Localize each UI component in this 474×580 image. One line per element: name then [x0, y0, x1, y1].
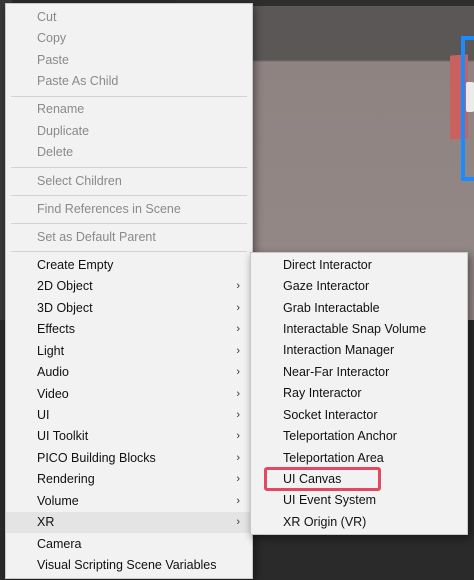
menu-item-label: Teleportation Area — [283, 451, 384, 465]
menu-item-label: Light — [37, 344, 65, 358]
submenu-item-near-far-interactor[interactable]: Near-Far Interactor — [251, 362, 467, 383]
menu-item-label: Ray Interactor — [283, 386, 362, 400]
submenu-item-direct-interactor[interactable]: Direct Interactor — [251, 255, 467, 276]
menu-item-label: Visual Scripting Scene Variables — [37, 558, 217, 572]
menu-item-label: Paste As Child — [37, 74, 119, 88]
submenu-item-interactable-snap-volume[interactable]: Interactable Snap Volume — [251, 319, 467, 340]
chevron-right-icon: › — [236, 452, 240, 464]
menu-item-label: XR — [37, 515, 55, 529]
menu-separator — [11, 223, 247, 224]
menu-item-label: Near-Far Interactor — [283, 365, 390, 379]
menu-item-label: Volume — [37, 494, 79, 508]
menu-item-label: 3D Object — [37, 301, 93, 315]
chevron-right-icon: › — [236, 323, 240, 335]
menu-item-label: PICO Building Blocks — [37, 451, 156, 465]
chevron-right-icon: › — [236, 495, 240, 507]
menu-item-paste-as-child: Paste As Child — [6, 71, 252, 92]
chevron-right-icon: › — [236, 473, 240, 485]
menu-item-label: Paste — [37, 53, 69, 67]
menu-item-label: UI Toolkit — [37, 429, 89, 443]
menu-item-label: Teleportation Anchor — [283, 429, 397, 443]
hierarchy-context-menu: Cut Copy Paste Paste As Child Rename Dup… — [5, 3, 253, 579]
menu-item-copy: Copy — [6, 28, 252, 49]
menu-item-label: Grab Interactable — [283, 301, 380, 315]
menu-item-label: Copy — [37, 31, 67, 45]
menu-item-label: Rendering — [37, 472, 95, 486]
chevron-right-icon: › — [236, 345, 240, 357]
chevron-right-icon: › — [236, 366, 240, 378]
menu-item-label: Socket Interactor — [283, 408, 378, 422]
menu-item-label: 2D Object — [37, 279, 93, 293]
menu-item-effects[interactable]: Effects › — [6, 319, 252, 340]
menu-item-create-empty[interactable]: Create Empty — [6, 255, 252, 276]
menu-item-light[interactable]: Light › — [6, 341, 252, 362]
xr-submenu: Direct Interactor Gaze Interactor Grab I… — [250, 252, 468, 535]
menu-item-ui[interactable]: UI › — [6, 405, 252, 426]
menu-item-label: UI Event System — [283, 493, 377, 507]
menu-item-select-children: Select Children — [6, 171, 252, 192]
menu-item-label: Audio — [37, 365, 69, 379]
menu-item-label: XR Origin (VR) — [283, 515, 367, 529]
ui-canvas-highlight-box — [264, 467, 381, 491]
menu-item-label: Create Empty — [37, 258, 114, 272]
menu-separator — [11, 251, 247, 252]
menu-item-2d-object[interactable]: 2D Object › — [6, 276, 252, 297]
chevron-right-icon: › — [236, 302, 240, 314]
chevron-right-icon: › — [236, 430, 240, 442]
chevron-right-icon: › — [236, 409, 240, 421]
menu-separator — [11, 96, 247, 97]
submenu-item-gaze-interactor[interactable]: Gaze Interactor — [251, 276, 467, 297]
menu-item-3d-object[interactable]: 3D Object › — [6, 298, 252, 319]
menu-item-volume[interactable]: Volume › — [6, 491, 252, 512]
submenu-item-ui-event-system[interactable]: UI Event System — [251, 490, 467, 511]
menu-separator — [11, 167, 247, 168]
menu-item-visual-scripting[interactable]: Visual Scripting Scene Variables — [6, 555, 252, 576]
submenu-item-socket-interactor[interactable]: Socket Interactor — [251, 405, 467, 426]
menu-item-label: Gaze Interactor — [283, 279, 370, 293]
menu-item-delete: Delete — [6, 142, 252, 163]
menu-item-paste: Paste — [6, 50, 252, 71]
menu-item-label: Camera — [37, 537, 82, 551]
menu-item-label: Cut — [37, 10, 57, 24]
menu-item-duplicate: Duplicate — [6, 121, 252, 142]
submenu-item-grab-interactable[interactable]: Grab Interactable — [251, 298, 467, 319]
submenu-item-ray-interactor[interactable]: Ray Interactor — [251, 383, 467, 404]
menu-item-set-default-parent: Set as Default Parent — [6, 227, 252, 248]
menu-item-label: UI — [37, 408, 50, 422]
menu-separator — [11, 195, 247, 196]
menu-item-ui-toolkit[interactable]: UI Toolkit › — [6, 426, 252, 447]
chevron-right-icon: › — [236, 388, 240, 400]
menu-item-label: Delete — [37, 145, 74, 159]
menu-item-audio[interactable]: Audio › — [6, 362, 252, 383]
menu-item-rendering[interactable]: Rendering › — [6, 469, 252, 490]
menu-item-xr[interactable]: XR › — [6, 512, 252, 533]
menu-item-label: Find References in Scene — [37, 202, 181, 216]
submenu-item-teleportation-anchor[interactable]: Teleportation Anchor — [251, 426, 467, 447]
menu-item-camera[interactable]: Camera — [6, 534, 252, 555]
submenu-item-teleportation-area[interactable]: Teleportation Area — [251, 448, 467, 469]
chevron-right-icon: › — [236, 516, 240, 528]
menu-item-label: Direct Interactor — [283, 258, 372, 272]
menu-item-label: Effects — [37, 322, 75, 336]
selection-outline — [461, 36, 474, 181]
submenu-item-interaction-manager[interactable]: Interaction Manager — [251, 340, 467, 361]
menu-item-label: Video — [37, 387, 69, 401]
menu-item-label: Rename — [37, 102, 85, 116]
menu-item-label: Duplicate — [37, 124, 90, 138]
menu-item-pico-building-blocks[interactable]: PICO Building Blocks › — [6, 448, 252, 469]
chevron-right-icon: › — [236, 280, 240, 292]
menu-item-find-references: Find References in Scene — [6, 199, 252, 220]
menu-item-video[interactable]: Video › — [6, 384, 252, 405]
submenu-item-xr-origin[interactable]: XR Origin (VR) — [251, 512, 467, 533]
menu-item-label: Interaction Manager — [283, 343, 395, 357]
menu-item-cut: Cut — [6, 7, 252, 28]
menu-item-label: Select Children — [37, 174, 122, 188]
menu-item-rename: Rename — [6, 99, 252, 120]
menu-item-label: Set as Default Parent — [37, 230, 156, 244]
menu-item-label: Interactable Snap Volume — [283, 322, 427, 336]
